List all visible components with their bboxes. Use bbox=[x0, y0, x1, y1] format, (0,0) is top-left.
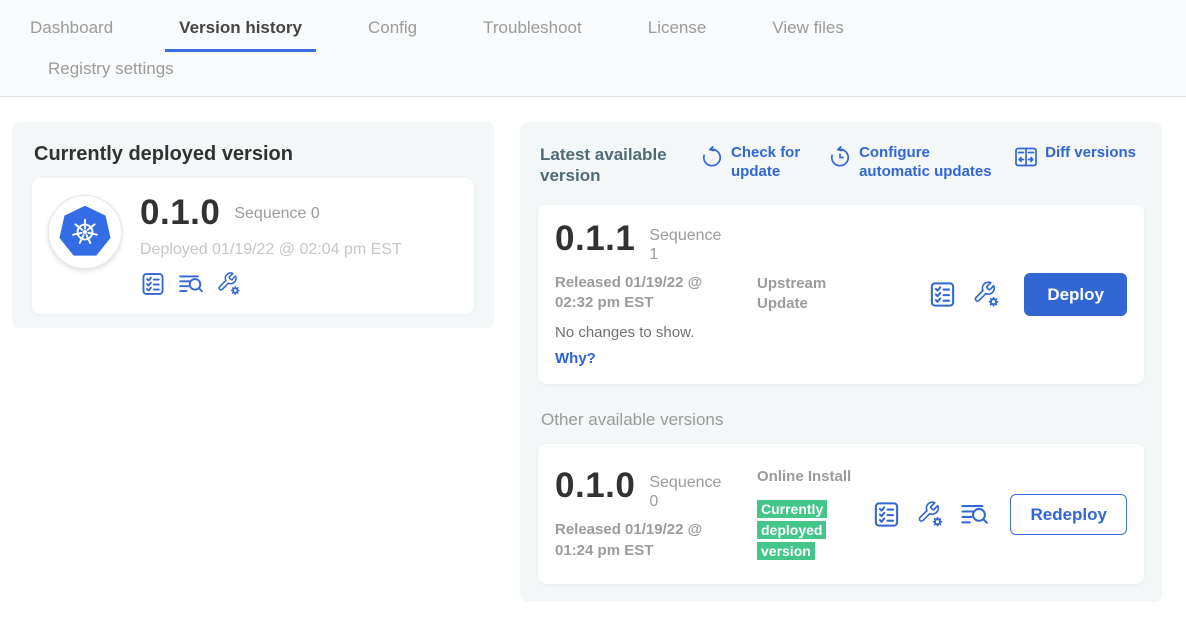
currently-deployed-badge: Currently deployed version bbox=[757, 499, 833, 562]
refresh-icon bbox=[700, 145, 724, 169]
latest-available-heading: Latest available version bbox=[540, 144, 678, 187]
other-card-actions: Redeploy bbox=[872, 494, 1127, 535]
tab-troubleshoot[interactable]: Troubleshoot bbox=[469, 0, 596, 52]
edit-config-icon[interactable] bbox=[216, 271, 242, 297]
tab-license[interactable]: License bbox=[634, 0, 721, 52]
latest-released-timestamp: Released 01/19/22 @ 02:32 pm EST bbox=[555, 273, 731, 314]
kubernetes-logo-icon bbox=[48, 195, 122, 269]
other-sequence-label: Sequence 0 bbox=[649, 468, 729, 511]
nav-row-1: Dashboard Version history Config Trouble… bbox=[16, 0, 1186, 52]
available-versions-panel: Latest available version Check for updat… bbox=[520, 122, 1162, 602]
diff-versions-link[interactable]: Diff versions bbox=[1014, 144, 1136, 182]
why-link[interactable]: Why? bbox=[555, 350, 596, 367]
configure-automatic-updates-link[interactable]: Configure automatic updates bbox=[828, 144, 1001, 182]
header-actions: Check for update Configure automatic upd… bbox=[678, 144, 1142, 182]
top-nav: Dashboard Version history Config Trouble… bbox=[0, 0, 1186, 97]
tab-version-history[interactable]: Version history bbox=[165, 0, 316, 52]
refresh-clock-icon bbox=[828, 145, 852, 169]
deployed-sequence-label: Sequence 0 bbox=[234, 195, 319, 223]
check-for-update-link[interactable]: Check for update bbox=[700, 144, 815, 182]
deployed-version-number: 0.1.0 bbox=[140, 195, 220, 230]
available-versions-header: Latest available version Check for updat… bbox=[540, 144, 1142, 187]
redeploy-button[interactable]: Redeploy bbox=[1010, 494, 1127, 535]
currently-deployed-heading: Currently deployed version bbox=[34, 143, 474, 166]
other-released-timestamp: Released 01/19/22 @ 01:24 pm EST bbox=[555, 520, 731, 561]
nav-row-2: Registry settings bbox=[16, 52, 1186, 96]
currently-deployed-panel: Currently deployed version bbox=[12, 122, 494, 328]
latest-sequence-label: Sequence 1 bbox=[649, 221, 729, 264]
latest-version-card: 0.1.1 Sequence 1 Released 01/19/22 @ 02:… bbox=[538, 205, 1144, 385]
other-version-number: 0.1.0 bbox=[555, 468, 635, 503]
deployed-version-info: 0.1.0 Sequence 0 Deployed 01/19/22 @ 02:… bbox=[140, 195, 402, 297]
deployed-timestamp: Deployed 01/19/22 @ 02:04 pm EST bbox=[140, 241, 402, 259]
other-version-info: 0.1.0 Sequence 0 Released 01/19/22 @ 01:… bbox=[555, 468, 731, 561]
other-version-card: 0.1.0 Sequence 0 Released 01/19/22 @ 01:… bbox=[538, 444, 1144, 584]
tab-view-files[interactable]: View files bbox=[758, 0, 858, 52]
other-available-heading: Other available versions bbox=[541, 410, 1144, 430]
latest-version-number: 0.1.1 bbox=[555, 221, 635, 256]
edit-config-icon[interactable] bbox=[916, 500, 945, 529]
other-version-source: Online Install Currently deployed versio… bbox=[757, 467, 869, 562]
latest-card-actions: Deploy bbox=[928, 273, 1127, 316]
tab-registry-settings[interactable]: Registry settings bbox=[34, 52, 188, 96]
deployed-version-card: 0.1.0 Sequence 0 Deployed 01/19/22 @ 02:… bbox=[32, 178, 474, 314]
latest-version-source: Upstream Update bbox=[757, 274, 869, 315]
tab-dashboard[interactable]: Dashboard bbox=[16, 0, 127, 52]
deploy-button[interactable]: Deploy bbox=[1024, 273, 1127, 316]
install-type-label: Online Install bbox=[757, 468, 851, 485]
configure-automatic-updates-label: Configure automatic updates bbox=[859, 144, 1001, 182]
tab-config[interactable]: Config bbox=[354, 0, 431, 52]
deployed-card-actions bbox=[140, 271, 402, 297]
preflight-checks-icon[interactable] bbox=[140, 271, 166, 297]
check-for-update-label: Check for update bbox=[731, 144, 815, 182]
edit-config-icon[interactable] bbox=[972, 280, 1001, 309]
deploy-logs-icon[interactable] bbox=[960, 500, 989, 529]
latest-version-info: 0.1.1 Sequence 1 Released 01/19/22 @ 02:… bbox=[555, 221, 731, 369]
no-changes-text: No changes to show. bbox=[555, 324, 731, 341]
preflight-checks-icon[interactable] bbox=[928, 280, 957, 309]
preflight-checks-icon[interactable] bbox=[872, 500, 901, 529]
diff-versions-label: Diff versions bbox=[1045, 144, 1136, 163]
deploy-logs-icon[interactable] bbox=[178, 271, 204, 297]
version-history-page: Currently deployed version bbox=[0, 97, 1186, 602]
diff-icon bbox=[1014, 145, 1038, 169]
